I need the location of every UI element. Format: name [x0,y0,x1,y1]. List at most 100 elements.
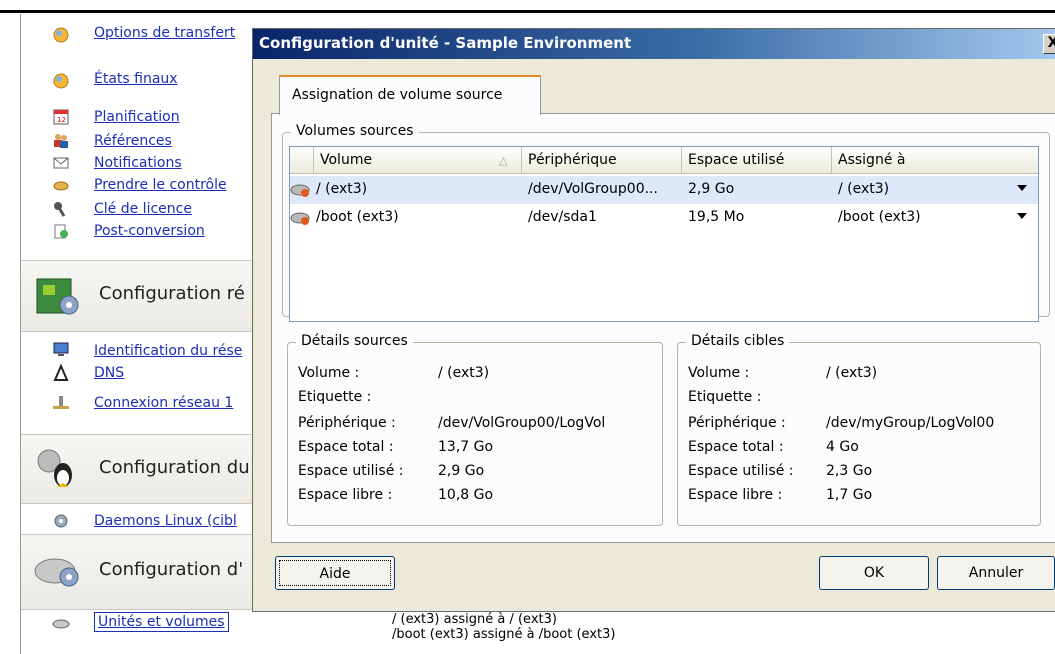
detail-label: Etiquette : [688,389,762,405]
cancel-button[interactable]: Annuler [937,556,1055,590]
globe-icon [53,73,69,89]
detail-label: Espace total : [688,439,784,455]
source-volumes-legend: Volumes sources [291,123,419,139]
detail-value: / (ext3) [438,365,490,381]
target-details-group: Détails cibles Volume : / (ext3) Etiquett… [677,333,1041,526]
gear-icon [54,514,68,528]
section-linux-title: Configuration du [99,457,250,478]
dns-icon [53,364,69,381]
log-line: /boot (ext3) assigné à /boot (ext3) [392,627,616,642]
section-drive-configuration[interactable]: Configuration d' [21,534,261,610]
table-row[interactable]: / (ext3) /dev/VolGroup00... 2,9 Go / (ex… [290,176,1038,204]
nav-link-network-connection-1[interactable]: Connexion réseau 1 [94,394,233,412]
close-button[interactable]: X [1043,34,1055,54]
detail-label: Périphérique : [298,415,396,431]
column-header-used-space[interactable]: Espace utilisé [682,147,832,174]
nav-link-linux-daemons[interactable]: Daemons Linux (cibl [94,512,237,530]
dialog-title: Configuration d'unité - Sample Environme… [259,34,632,52]
detail-label: Espace utilisé : [688,463,794,479]
source-details-group: Détails sources Volume : / (ext3) Etiquet… [287,333,663,526]
column-header-assigned-to[interactable]: Assigné à [832,147,1038,174]
cancel-button-label: Annuler [968,565,1024,581]
detail-label: Espace libre : [688,487,783,503]
drive-icon [52,619,70,629]
handshake-icon [53,181,69,191]
cell-device: /dev/sda1 [528,209,597,225]
drive-gear-icon [34,558,79,587]
column-label: Périphérique [528,152,617,168]
detail-value: 13,7 Go [438,439,494,455]
svg-text:12: 12 [57,116,66,124]
nav-link-drives-and-volumes[interactable]: Unités et volumes [94,612,229,632]
cell-assigned-to[interactable]: /boot (ext3) [838,209,1008,225]
tab-source-volume-mapping[interactable]: Assignation de volume source [279,75,541,115]
detail-label: Volume : [298,365,360,381]
envelope-icon [53,157,69,169]
source-volumes-list[interactable]: Volume △ Périphérique Espace utilisé Ass… [289,146,1039,322]
key-icon [54,202,66,217]
left-navigation-pane: Options de transfert États finaux 12 Pla… [20,14,261,654]
detail-value: 10,8 Go [438,487,494,503]
target-details-legend: Détails cibles [686,333,790,349]
ok-button-label: OK [863,565,885,581]
nav-link-post-conversion[interactable]: Post-conversion [94,222,205,240]
table-row[interactable]: /boot (ext3) /dev/sda1 19,5 Mo /boot (ex… [290,204,1038,232]
column-header-volume[interactable]: Volume △ [314,147,522,174]
nav-link-take-control[interactable]: Prendre le contrôle [94,176,227,194]
computer-icon [53,342,69,356]
section-network-configuration[interactable]: Configuration ré [21,260,261,332]
nav-link-transfer-options[interactable]: Options de transfert [94,24,235,42]
cell-volume: /boot (ext3) [316,209,399,225]
detail-value: 2,3 Go [826,463,873,479]
nav-link-final-states[interactable]: États finaux [94,70,178,88]
nav-link-license-key[interactable]: Clé de licence [94,200,192,218]
section-network-title: Configuration ré [99,283,245,304]
column-label: Assigné à [838,152,906,168]
nav-link-credentials[interactable]: Références [94,132,172,150]
cell-used-space: 19,5 Mo [688,209,745,225]
users-icon [54,134,68,148]
detail-value: 2,9 Go [438,463,485,479]
top-border-line [0,10,1055,13]
cell-device: /dev/VolGroup00... [528,181,658,197]
detail-label: Périphérique : [688,415,786,431]
section-drive-title: Configuration d' [99,559,244,580]
log-line: / (ext3) assigné à / (ext3) [392,612,557,627]
tab-label: Assignation de volume source [292,87,503,103]
nav-link-network-identification[interactable]: Identification du rése [94,342,242,360]
sort-ascending-icon: △ [499,154,508,167]
column-header-device[interactable]: Périphérique [522,147,682,174]
list-header: Volume △ Périphérique Espace utilisé Ass… [290,147,1038,174]
drive-configuration-dialog: Configuration d'unité - Sample Environme… [252,28,1055,612]
volume-icon [290,212,310,225]
script-icon [54,224,68,239]
detail-label: Espace total : [298,439,394,455]
detail-label: Etiquette : [298,389,372,405]
source-details-legend: Détails sources [296,333,413,349]
linux-penguin-icon [37,449,72,487]
network-connection-icon [53,396,69,409]
cell-volume: / (ext3) [316,181,368,197]
detail-label: Volume : [688,365,750,381]
help-button[interactable]: Aide [275,556,395,590]
column-header-icon [290,147,314,174]
chevron-down-icon[interactable] [1017,213,1027,219]
nav-link-dns[interactable]: DNS [94,364,124,382]
status-log: / (ext3) assigné à / (ext3) /boot (ext3)… [392,612,615,642]
cell-assigned-to[interactable]: / (ext3) [838,181,1008,197]
detail-value: 1,7 Go [826,487,873,503]
ok-button[interactable]: OK [819,556,929,590]
chevron-down-icon[interactable] [1017,185,1027,191]
volume-icon [290,184,310,197]
nav-link-scheduling[interactable]: Planification [94,108,180,126]
detail-value: 4 Go [826,439,859,455]
dialog-titlebar[interactable]: Configuration d'unité - Sample Environme… [253,29,1055,59]
network-card-icon [36,278,79,315]
section-linux-configuration[interactable]: Configuration du [21,434,261,504]
nav-link-notifications[interactable]: Notifications [94,154,182,172]
column-label: Volume [320,152,373,168]
column-label: Espace utilisé [688,152,785,168]
cell-used-space: 2,9 Go [688,181,735,197]
detail-value: / (ext3) [826,365,878,381]
calendar-icon: 12 [53,109,69,125]
